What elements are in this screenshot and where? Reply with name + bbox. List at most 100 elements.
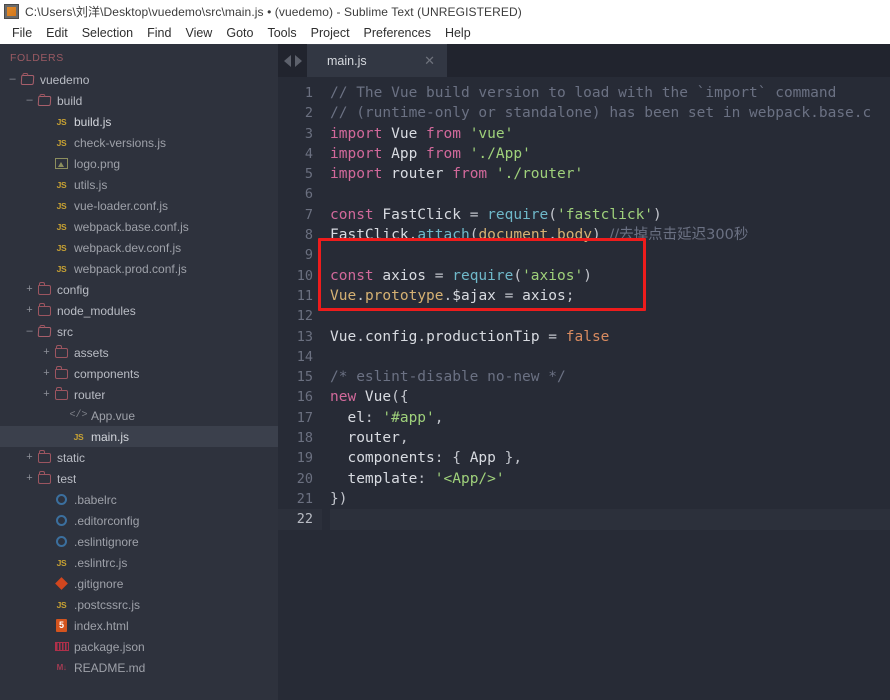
menu-item-file[interactable]: File [5, 24, 39, 42]
tree-file-index-html[interactable]: index.html [0, 615, 278, 636]
tree-folder-router[interactable]: + router [0, 384, 278, 405]
menu-item-goto[interactable]: Goto [219, 24, 260, 42]
tree-file-utils-js[interactable]: JS utils.js [0, 174, 278, 195]
tree-file-eslintrc-js[interactable]: JS .eslintrc.js [0, 552, 278, 573]
arrow-right-icon[interactable] [295, 54, 302, 67]
code-token: import [330, 166, 383, 183]
sidebar-file-tree[interactable]: FOLDERS – vuedemo – build JS build.js JS check-… [0, 44, 278, 700]
code-line[interactable]: FastClick.attach(document.body) //去掉点击延迟… [330, 225, 890, 245]
code-line[interactable]: // (runtime-only or standalone) has been… [330, 103, 890, 123]
menu-bar: File Edit Selection Find View Goto Tools Projec… [0, 22, 890, 44]
expand-icon[interactable]: + [40, 347, 53, 358]
expand-icon[interactable]: + [23, 284, 36, 295]
code-line[interactable]: template: '<App/>' [330, 469, 890, 489]
menu-item-view[interactable]: View [178, 24, 219, 42]
line-number: 3 [304, 125, 313, 142]
tree-folder-src[interactable]: – src [0, 321, 278, 342]
code-line[interactable]: }) [330, 489, 890, 509]
folder-open-icon [19, 74, 36, 85]
code-line[interactable]: const axios = require('axios') [330, 266, 890, 286]
code-line[interactable]: el: '#app', [330, 408, 890, 428]
code-token: prototype [364, 287, 444, 304]
code-line[interactable]: /* eslint-disable no-new */ [330, 367, 890, 387]
code-token: import [330, 145, 383, 162]
code-line[interactable]: Vue.config.productionTip = false [330, 327, 890, 347]
code-token: const [330, 267, 374, 284]
code-line[interactable]: import App from './App' [330, 144, 890, 164]
collapse-icon[interactable]: – [23, 95, 36, 106]
tree-file-main-js[interactable]: JS main.js [0, 426, 278, 447]
tree-file-postcssrc-js[interactable]: JS .postcssrc.js [0, 594, 278, 615]
menu-item-find[interactable]: Find [140, 24, 178, 42]
code-content[interactable]: // The Vue build version to load with th… [322, 77, 890, 700]
tree-folder-static[interactable]: + static [0, 447, 278, 468]
code-line[interactable]: import Vue from 'vue' [330, 124, 890, 144]
code-line[interactable]: components: { App }, [330, 448, 890, 468]
code-line[interactable] [330, 347, 890, 367]
code-line[interactable] [330, 245, 890, 265]
code-line[interactable]: // The Vue build version to load with th… [330, 83, 890, 103]
line-number: 15 [296, 369, 313, 386]
tree-folder-build[interactable]: – build [0, 90, 278, 111]
tree-item-label: webpack.base.conf.js [74, 219, 189, 234]
code-token: //去掉点击延迟300秒 [609, 227, 749, 244]
sidebar-row-list: – vuedemo – build JS build.js JS check-versions… [0, 69, 278, 678]
tree-file-webpack-prod-conf-js[interactable]: JS webpack.prod.conf.js [0, 258, 278, 279]
tree-file-app-vue[interactable]: </> App.vue [0, 405, 278, 426]
tree-file-build-js[interactable]: JS build.js [0, 111, 278, 132]
code-line[interactable] [330, 509, 890, 530]
tree-file-readme-md[interactable]: M↓ README.md [0, 657, 278, 678]
menu-item-edit[interactable]: Edit [39, 24, 75, 42]
code-token: from [452, 166, 488, 183]
code-line[interactable]: const FastClick = require('fastclick') [330, 205, 890, 225]
collapse-icon[interactable]: – [6, 74, 19, 85]
tree-item-label: .eslintignore [74, 534, 139, 549]
expand-icon[interactable]: + [40, 389, 53, 400]
tree-folder-node-modules[interactable]: + node_modules [0, 300, 278, 321]
tree-folder-assets[interactable]: + assets [0, 342, 278, 363]
tree-file-logo-png[interactable]: logo.png [0, 153, 278, 174]
tree-folder-vuedemo[interactable]: – vuedemo [0, 69, 278, 90]
tree-file-babelrc[interactable]: .babelrc [0, 489, 278, 510]
code-line[interactable]: router, [330, 428, 890, 448]
menu-item-tools[interactable]: Tools [260, 24, 303, 42]
code-line[interactable] [330, 184, 890, 204]
code-token: . [548, 227, 558, 244]
code-area[interactable]: 1 2 3 4 5 6 7 8 9 10 11 12 13 14 15 16 17 18 19 20 21 22 // T… [278, 77, 890, 700]
code-token: 'axios' [522, 267, 584, 284]
code-line[interactable]: new Vue({ [330, 387, 890, 407]
tree-file-check-versions-js[interactable]: JS check-versions.js [0, 132, 278, 153]
expand-icon[interactable]: + [40, 368, 53, 379]
menu-item-help[interactable]: Help [438, 24, 478, 42]
close-icon[interactable]: ✕ [424, 54, 435, 67]
tree-file-webpack-dev-conf-js[interactable]: JS webpack.dev.conf.js [0, 237, 278, 258]
arrow-left-icon[interactable] [284, 54, 291, 67]
code-line[interactable] [330, 306, 890, 326]
title-bar: C:\Users\刘洋\Desktop\vuedemo\src\main.js … [0, 0, 890, 22]
tree-folder-config[interactable]: + config [0, 279, 278, 300]
collapse-icon[interactable]: – [23, 326, 36, 337]
tree-item-label: router [74, 387, 106, 402]
expand-icon[interactable]: + [23, 473, 36, 484]
tree-folder-components[interactable]: + components [0, 363, 278, 384]
menu-item-project[interactable]: Project [304, 24, 357, 42]
menu-item-selection[interactable]: Selection [75, 24, 140, 42]
code-line[interactable]: import router from './router' [330, 164, 890, 184]
tab-main-js[interactable]: main.js ✕ [307, 44, 447, 77]
tree-item-label: .editorconfig [74, 513, 140, 528]
code-token: axios [373, 267, 435, 284]
tree-file-editorconfig[interactable]: .editorconfig [0, 510, 278, 531]
tree-file-webpack-base-conf-js[interactable]: JS webpack.base.conf.js [0, 216, 278, 237]
expand-icon[interactable]: + [23, 452, 36, 463]
tree-file-gitignore[interactable]: .gitignore [0, 573, 278, 594]
tree-item-label: test [57, 471, 77, 486]
tree-file-package-json[interactable]: package.json [0, 636, 278, 657]
expand-icon[interactable]: + [23, 305, 36, 316]
tree-folder-test[interactable]: + test [0, 468, 278, 489]
tree-file-vue-loader-conf-js[interactable]: JS vue-loader.conf.js [0, 195, 278, 216]
tree-file-eslintignore[interactable]: .eslintignore [0, 531, 278, 552]
code-line[interactable]: Vue.prototype.$ajax = axios; [330, 286, 890, 306]
line-number: 7 [304, 206, 313, 223]
menu-item-preferences[interactable]: Preferences [357, 24, 438, 42]
